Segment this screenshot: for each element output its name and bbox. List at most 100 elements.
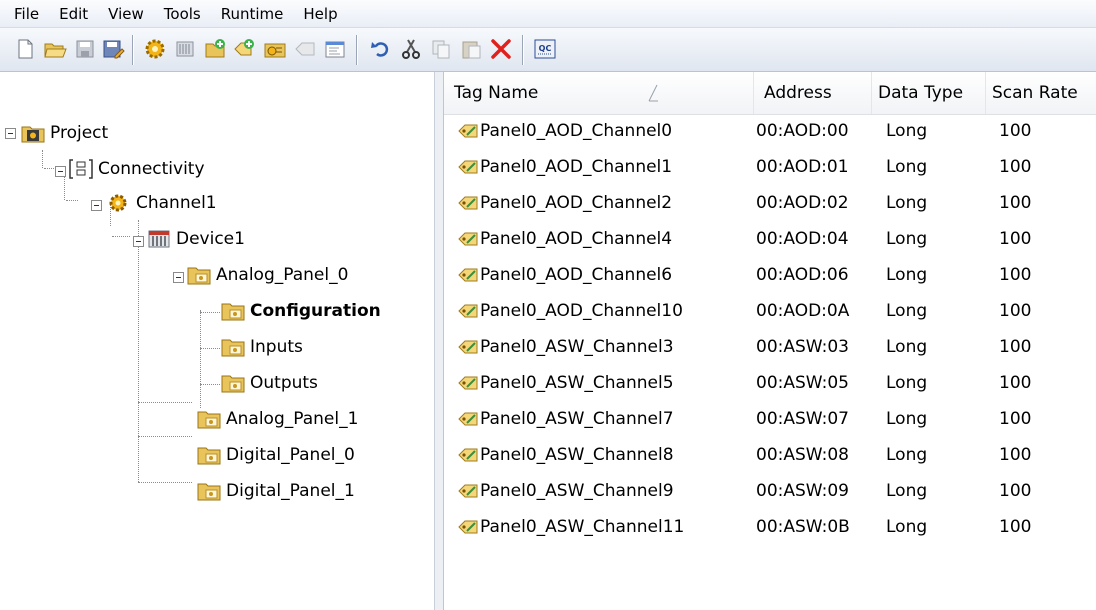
expander-channel1[interactable]	[91, 200, 102, 211]
cell-data-type: Long	[886, 265, 928, 285]
save-as-button[interactable]	[100, 36, 126, 62]
toolbar: QC	[0, 28, 1096, 72]
new-tag-group-button[interactable]	[202, 36, 228, 62]
folder-icon	[196, 408, 222, 430]
table-row[interactable]: Panel0_AOD_Channel0 00:AOD:00 Long 100	[444, 114, 1096, 148]
tree-item-label: Project	[50, 123, 109, 143]
tree-item-inputs[interactable]: Inputs	[220, 332, 303, 362]
open-project-button[interactable]	[42, 36, 68, 62]
table-row[interactable]: Panel0_ASW_Channel5 00:ASW:05 Long 100	[444, 366, 1096, 400]
table-row[interactable]: Panel0_AOD_Channel1 00:AOD:01 Long 100	[444, 150, 1096, 184]
folder-icon	[220, 372, 246, 394]
tree-item-label: Analog_Panel_0	[216, 265, 349, 285]
cell-tag-name: Panel0_AOD_Channel4	[480, 229, 673, 249]
menu-file[interactable]: File	[4, 0, 49, 28]
undo-button[interactable]	[368, 36, 394, 62]
tag-icon	[458, 520, 478, 534]
tree-item-analog-panel-0[interactable]: Analog_Panel_0	[186, 260, 348, 290]
quick-client-label: QC	[539, 44, 552, 53]
cell-tag-name: Panel0_ASW_Channel3	[480, 337, 674, 357]
cell-data-type: Long	[886, 481, 928, 501]
new-project-button[interactable]	[12, 36, 38, 62]
tree-item-channel1[interactable]: Channel1	[106, 188, 217, 218]
tree-item-label: Inputs	[250, 337, 303, 357]
cell-scan-rate: 100	[999, 301, 1032, 321]
cell-data-type: Long	[886, 157, 928, 177]
cell-address: 00:AOD:02	[756, 193, 849, 213]
new-channel-button[interactable]	[142, 36, 168, 62]
sort-indicator-icon	[648, 84, 658, 102]
gear-icon	[145, 39, 165, 59]
table-row[interactable]: Panel0_AOD_Channel10 00:AOD:0A Long 100	[444, 294, 1096, 328]
column-header-address[interactable]: Address	[754, 72, 872, 114]
device-icon	[146, 228, 172, 250]
cell-address: 00:ASW:07	[756, 409, 849, 429]
menu-edit[interactable]: Edit	[49, 0, 98, 28]
table-row[interactable]: Panel0_ASW_Channel8 00:ASW:08 Long 100	[444, 438, 1096, 472]
toolbar-separator	[522, 35, 523, 65]
tag-icon	[458, 232, 478, 246]
tag-icon	[458, 268, 478, 282]
folder-icon	[196, 444, 222, 466]
cell-tag-name: Panel0_AOD_Channel2	[480, 193, 673, 213]
expander-connectivity[interactable]	[55, 166, 66, 177]
folder-icon	[196, 480, 222, 502]
cell-scan-rate: 100	[999, 445, 1032, 465]
folder-icon	[220, 336, 246, 358]
tree-item-configuration[interactable]: Configuration	[220, 296, 381, 326]
column-header-data-type[interactable]: Data Type	[872, 72, 986, 114]
table-row[interactable]: Panel0_ASW_Channel3 00:ASW:03 Long 100	[444, 330, 1096, 364]
cell-address: 00:ASW:03	[756, 337, 849, 357]
copy-button[interactable]	[428, 36, 454, 62]
tree-item-outputs[interactable]: Outputs	[220, 368, 318, 398]
cell-address: 00:ASW:05	[756, 373, 849, 393]
expander-project[interactable]	[5, 128, 16, 139]
cell-tag-name: Panel0_AOD_Channel10	[480, 301, 683, 321]
properties-button[interactable]	[322, 36, 348, 62]
cell-scan-rate: 100	[999, 409, 1032, 429]
tree-item-digital-panel-0[interactable]: Digital_Panel_0	[196, 440, 355, 470]
cell-data-type: Long	[886, 373, 928, 393]
bulk-tag-button[interactable]	[262, 36, 288, 62]
tag-icon	[458, 484, 478, 498]
cell-address: 00:ASW:09	[756, 481, 849, 501]
tree-item-label: Digital_Panel_0	[226, 445, 355, 465]
menu-view[interactable]: View	[98, 0, 154, 28]
quick-client-button[interactable]: QC	[532, 36, 558, 62]
toolbar-separator	[132, 35, 133, 65]
expander-analog-panel-0[interactable]	[173, 272, 184, 283]
menu-help[interactable]: Help	[293, 0, 347, 28]
table-row[interactable]: Panel0_AOD_Channel2 00:AOD:02 Long 100	[444, 186, 1096, 220]
expander-device1[interactable]	[133, 236, 144, 247]
menu-runtime[interactable]: Runtime	[211, 0, 294, 28]
table-row[interactable]: Panel0_AOD_Channel6 00:AOD:06 Long 100	[444, 258, 1096, 292]
cell-tag-name: Panel0_AOD_Channel6	[480, 265, 673, 285]
cut-button[interactable]	[398, 36, 424, 62]
delete-button[interactable]	[488, 36, 514, 62]
table-row[interactable]: Panel0_ASW_Channel9 00:ASW:09 Long 100	[444, 474, 1096, 508]
cell-tag-name: Panel0_ASW_Channel7	[480, 409, 674, 429]
tree-item-connectivity[interactable]: Connectivity	[68, 154, 205, 184]
delete-icon	[491, 39, 511, 59]
device-icon	[176, 41, 194, 57]
duplicate-button[interactable]	[292, 36, 318, 62]
tree-item-device1[interactable]: Device1	[146, 224, 245, 254]
paste-button[interactable]	[458, 36, 484, 62]
tree-item-digital-panel-1[interactable]: Digital_Panel_1	[196, 476, 355, 506]
column-header-scan-rate[interactable]: Scan Rate	[986, 72, 1096, 114]
pane-splitter[interactable]	[435, 72, 444, 610]
cell-address: 00:AOD:04	[756, 229, 849, 249]
tag-group-icon	[205, 39, 225, 58]
table-row[interactable]: Panel0_ASW_Channel11 00:ASW:0B Long 100	[444, 510, 1096, 544]
save-button[interactable]	[72, 36, 98, 62]
table-row[interactable]: Panel0_ASW_Channel7 00:ASW:07 Long 100	[444, 402, 1096, 436]
menu-tools[interactable]: Tools	[154, 0, 211, 28]
new-device-button[interactable]	[172, 36, 198, 62]
tree-item-project[interactable]: Project	[20, 118, 108, 148]
new-tag-button[interactable]	[230, 36, 256, 62]
tree-item-analog-panel-1[interactable]: Analog_Panel_1	[196, 404, 358, 434]
tag-icon	[458, 340, 478, 354]
cut-icon	[402, 39, 420, 59]
table-row[interactable]: Panel0_AOD_Channel4 00:AOD:04 Long 100	[444, 222, 1096, 256]
column-header-tag-name[interactable]: Tag Name	[444, 72, 754, 114]
